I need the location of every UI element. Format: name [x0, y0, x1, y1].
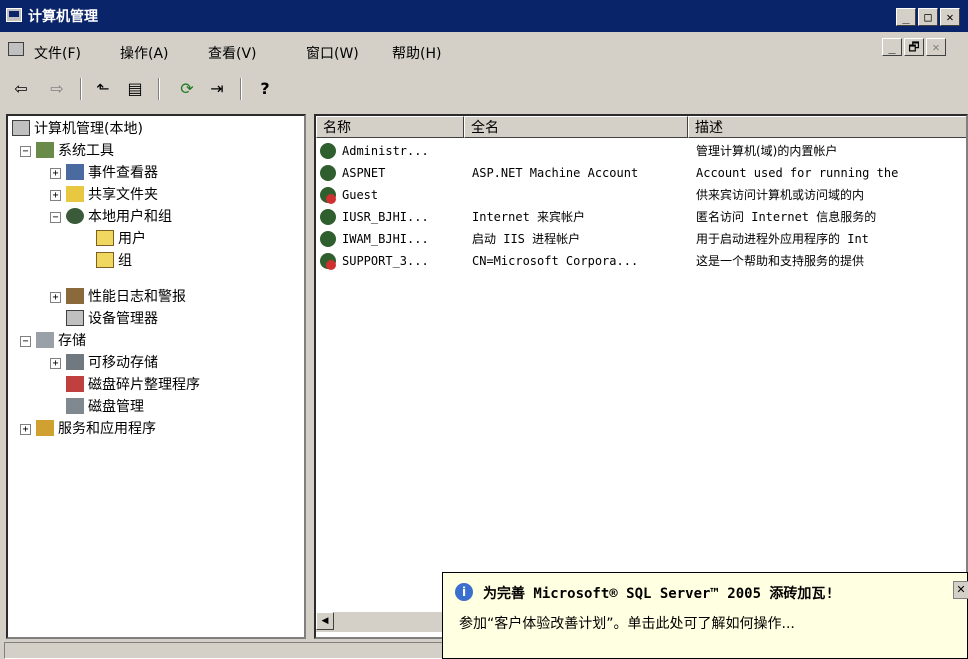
computer-icon	[12, 120, 30, 136]
export-list-icon[interactable]: ⇥	[206, 78, 228, 100]
console-icon[interactable]	[8, 42, 24, 56]
performance-icon	[66, 288, 84, 304]
cell-description: 供来宾访问计算机或访问域的内	[696, 188, 865, 202]
menu-window[interactable]: 窗口(W)	[306, 43, 359, 63]
tree-item-disk-management[interactable]: 磁盘管理	[66, 396, 144, 418]
expand-icon[interactable]: +	[50, 168, 61, 179]
expand-icon[interactable]: +	[50, 292, 61, 303]
mdi-caption-buttons: _ 🗗 ✕	[882, 38, 946, 56]
cell-name: IWAM_BJHI...	[342, 232, 429, 246]
cell-fullname: Internet 来宾帐户	[472, 210, 586, 224]
user-icon	[320, 209, 336, 225]
close-button[interactable]: ✕	[940, 8, 960, 26]
cell-description: 管理计算机(域)的内置帐户	[696, 144, 838, 158]
balloon-close-button[interactable]: ✕	[953, 581, 968, 599]
menu-file[interactable]: 文件(F)	[34, 43, 81, 63]
tree-item-removable-storage[interactable]: 可移动存储	[66, 352, 158, 374]
event-viewer-icon	[66, 164, 84, 180]
caption-buttons: _ □ ✕	[896, 8, 960, 26]
computer-icon	[6, 8, 22, 22]
column-header-fullname[interactable]: 全名	[464, 116, 688, 138]
user-list[interactable]: 名称 全名 描述 Administr... 管理计算机(域)的内置帐户 ASPN…	[314, 114, 968, 639]
mdi-close-button[interactable]: ✕	[926, 38, 946, 56]
info-icon: i	[455, 583, 473, 601]
cell-name: Administr...	[342, 144, 429, 158]
disk-management-icon	[66, 398, 84, 414]
device-manager-icon	[66, 310, 84, 326]
tree-item-defrag[interactable]: 磁盘碎片整理程序	[66, 374, 200, 396]
menu-view[interactable]: 查看(V)	[208, 43, 257, 63]
disabled-user-icon	[320, 253, 336, 270]
cell-name: IUSR_BJHI...	[342, 210, 429, 224]
folder-icon	[96, 252, 114, 268]
balloon-title: 为完善 Microsoft® SQL Server™ 2005 添砖加瓦!	[483, 586, 834, 602]
tree-item-services-apps[interactable]: 服务和应用程序	[36, 418, 156, 440]
open-folder-icon	[96, 230, 114, 246]
cell-name: Guest	[342, 188, 379, 202]
console-tree[interactable]: 计算机管理(本地) − 系统工具 + 事件查看器 + 共享文件夹 − 本地用户和…	[6, 114, 306, 639]
services-icon	[36, 420, 54, 436]
toolbar-separator	[158, 78, 160, 100]
tree-item-local-users[interactable]: 本地用户和组	[66, 206, 172, 228]
user-icon	[320, 165, 336, 181]
collapse-icon[interactable]: −	[50, 212, 61, 223]
collapse-icon[interactable]: −	[20, 336, 31, 347]
menu-bar: 文件(F) 操作(A) 查看(V) 窗口(W) 帮助(H)	[0, 34, 968, 64]
cell-fullname: 启动 IIS 进程帐户	[472, 232, 581, 246]
toolbar-separator	[80, 78, 82, 100]
menu-help[interactable]: 帮助(H)	[392, 43, 441, 63]
tools-icon	[36, 142, 54, 158]
collapse-icon[interactable]: −	[20, 146, 31, 157]
tree-item-groups[interactable]: 组	[96, 250, 132, 272]
up-folder-icon[interactable]: ⬑	[92, 78, 114, 100]
horizontal-scrollbar[interactable]: ◀	[316, 612, 446, 632]
scroll-left-icon[interactable]: ◀	[316, 612, 334, 630]
user-icon	[320, 231, 336, 247]
mdi-restore-button[interactable]: 🗗	[904, 38, 924, 56]
tree-item-users[interactable]: 用户	[96, 228, 146, 250]
toolbar: ⇦ ⇨ ⬑ ▤ ⟳ ⇥ ?	[0, 70, 968, 108]
mdi-minimize-button[interactable]: _	[882, 38, 902, 56]
defrag-icon	[66, 376, 84, 392]
storage-icon	[36, 332, 54, 348]
balloon-message[interactable]: 参加“客户体验改善计划”。单击此处可了解如何操作...	[459, 613, 795, 633]
expand-icon[interactable]: +	[50, 358, 61, 369]
minimize-button[interactable]: _	[896, 8, 916, 26]
toolbar-separator	[240, 78, 242, 100]
expand-icon[interactable]: +	[20, 424, 31, 435]
cell-description: 这是一个帮助和支持服务的提供	[696, 254, 865, 268]
cell-name: SUPPORT_3...	[342, 254, 429, 268]
removable-storage-icon	[66, 354, 84, 370]
refresh-icon[interactable]: ⟳	[176, 78, 198, 100]
tree-item-perf-logs[interactable]: 性能日志和警报	[66, 286, 186, 308]
tree-item-storage[interactable]: 存储	[36, 330, 86, 352]
notification-balloon[interactable]: i 为完善 Microsoft® SQL Server™ 2005 添砖加瓦! …	[442, 572, 968, 659]
tree-item-root[interactable]: 计算机管理(本地)	[12, 118, 143, 140]
column-header-name[interactable]: 名称	[316, 116, 464, 138]
cell-fullname: ASP.NET Machine Account	[472, 166, 639, 180]
show-hide-tree-icon[interactable]: ▤	[124, 78, 146, 100]
tree-item-device-manager[interactable]: 设备管理器	[66, 308, 158, 330]
user-icon	[320, 143, 336, 159]
maximize-button[interactable]: □	[918, 8, 938, 26]
expand-icon[interactable]: +	[50, 190, 61, 201]
cell-description: 用于启动进程外应用程序的 Int	[696, 232, 869, 246]
cell-description: 匿名访问 Internet 信息服务的	[696, 210, 877, 224]
tree-item-system-tools[interactable]: 系统工具	[36, 140, 114, 162]
disabled-user-icon	[320, 187, 336, 204]
shared-folder-icon	[66, 186, 84, 202]
cell-fullname: CN=Microsoft Corpora...	[472, 254, 639, 268]
help-icon[interactable]: ?	[254, 78, 276, 100]
users-icon	[66, 208, 84, 224]
cell-name: ASPNET	[342, 166, 386, 180]
column-header-description[interactable]: 描述	[688, 116, 966, 138]
back-icon[interactable]: ⇦	[10, 78, 32, 100]
menu-action[interactable]: 操作(A)	[120, 43, 169, 63]
tree-item-event-viewer[interactable]: 事件查看器	[66, 162, 158, 184]
forward-icon[interactable]: ⇨	[46, 78, 68, 100]
title-bar[interactable]: 计算机管理 _ □ ✕	[0, 0, 968, 32]
window-title: 计算机管理	[28, 9, 98, 25]
cell-description: Account used for running the	[696, 166, 899, 180]
tree-item-shared-folders[interactable]: 共享文件夹	[66, 184, 158, 206]
